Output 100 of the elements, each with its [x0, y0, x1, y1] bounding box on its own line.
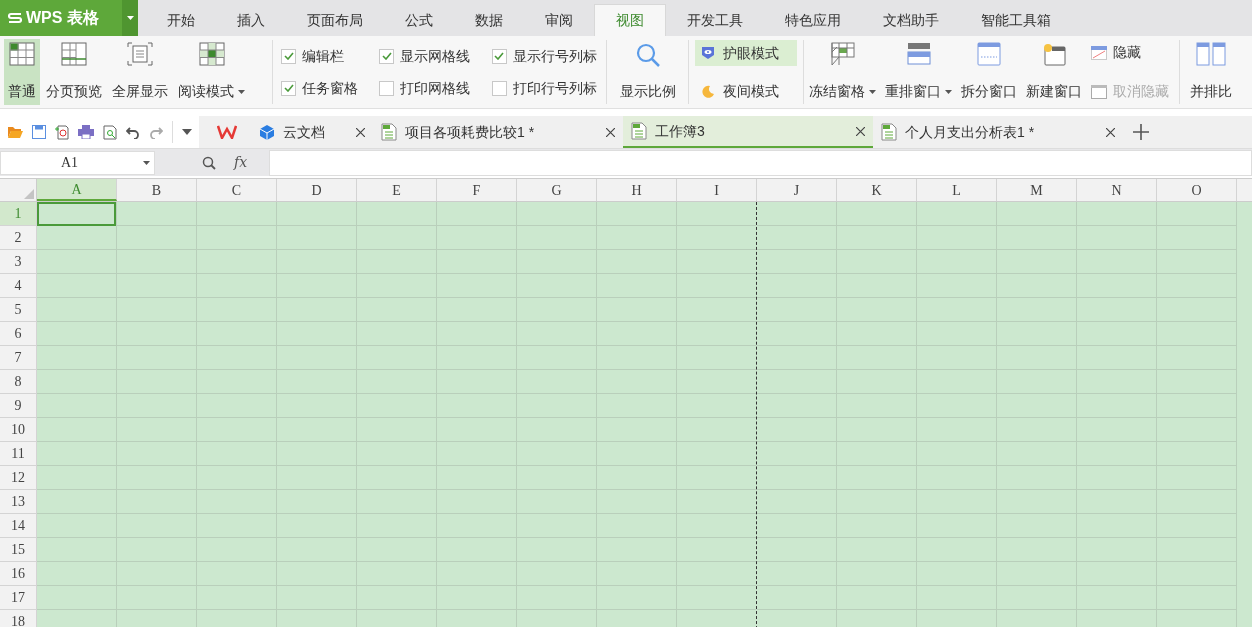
document-tab[interactable]: 个人月支出分析表1 *	[873, 116, 1123, 148]
checkbox[interactable]	[379, 48, 395, 64]
save-icon[interactable]	[32, 125, 46, 139]
side-by-side-button[interactable]: 并排比	[1180, 36, 1232, 108]
print-preview-icon[interactable]	[103, 124, 117, 140]
undo-icon[interactable]	[126, 125, 140, 139]
checkbox[interactable]	[491, 48, 507, 64]
row-header[interactable]: 9	[0, 394, 37, 418]
row-header[interactable]: 15	[0, 538, 37, 562]
page-grid-icon	[61, 42, 87, 66]
caret-icon	[238, 89, 245, 94]
row-header[interactable]: 17	[0, 586, 37, 610]
plus-icon[interactable]	[1133, 124, 1149, 140]
close-icon[interactable]	[606, 127, 615, 137]
close-icon[interactable]	[856, 126, 865, 136]
menu-tab[interactable]: 智能工具箱	[960, 4, 1072, 36]
row-header[interactable]: 3	[0, 250, 37, 274]
row-header[interactable]: 2	[0, 226, 37, 250]
row-header[interactable]: 12	[0, 466, 37, 490]
document-tab[interactable]: 项目各项耗费比较1 *	[373, 116, 623, 148]
menu-tab[interactable]: 开发工具	[666, 4, 764, 36]
menu-tab[interactable]: 审阅	[524, 4, 594, 36]
column-header[interactable]: E	[357, 179, 437, 201]
row-header[interactable]: 8	[0, 370, 37, 394]
window-button[interactable]: 新建窗口	[1023, 36, 1085, 108]
app-menu-button[interactable]	[122, 0, 138, 36]
name-box[interactable]: A1	[0, 150, 155, 175]
checkbox[interactable]	[281, 48, 296, 64]
split-window-icon	[977, 42, 1001, 66]
column-header[interactable]: O	[1157, 179, 1237, 201]
menu-tab[interactable]: 特色应用	[764, 4, 862, 36]
menu-tab[interactable]: 页面布局	[286, 4, 384, 36]
fullscreen-icon	[127, 42, 153, 66]
close-icon[interactable]	[356, 127, 365, 137]
window-button[interactable]: 重排窗口	[882, 36, 955, 108]
row-header[interactable]: 1	[0, 202, 37, 226]
search-icon	[634, 42, 661, 68]
row-header[interactable]: 4	[0, 274, 37, 298]
printer-icon[interactable]	[78, 125, 94, 139]
hidden-window-icon	[1091, 45, 1107, 60]
zoom-ratio-button[interactable]: 显示比例	[607, 36, 688, 108]
export-file-icon[interactable]	[55, 124, 69, 140]
checkbox[interactable]	[379, 80, 395, 96]
dropdown-caret-icon[interactable]	[182, 129, 192, 135]
column-header[interactable]: I	[677, 179, 757, 201]
view-mode-button[interactable]: 全屏显示	[108, 39, 172, 105]
function-button[interactable]: fx	[234, 152, 248, 173]
column-header[interactable]: M	[997, 179, 1077, 201]
row-header[interactable]: 13	[0, 490, 37, 514]
column-header[interactable]: F	[437, 179, 517, 201]
eye-protection-button[interactable]: 护眼模式	[695, 40, 797, 66]
column-header[interactable]: G	[517, 179, 597, 201]
row-header[interactable]: 6	[0, 322, 37, 346]
row-header[interactable]: 16	[0, 562, 37, 586]
view-mode-button[interactable]: 分页预览	[42, 39, 106, 105]
row-header[interactable]: 10	[0, 418, 37, 442]
zoom-icon[interactable]	[202, 155, 216, 170]
window-button[interactable]: 冻结窗格	[806, 36, 879, 108]
folder-icon[interactable]	[7, 125, 23, 139]
shield-eye-icon	[701, 46, 715, 60]
close-icon[interactable]	[1106, 127, 1115, 137]
menu-tab[interactable]: 数据	[454, 4, 524, 36]
window-button[interactable]: 拆分窗口	[958, 36, 1020, 108]
logo-icon	[8, 12, 22, 24]
hide-button[interactable]: 隐藏	[1091, 42, 1169, 63]
checkbox[interactable]	[491, 80, 507, 96]
column-header[interactable]: N	[1077, 179, 1157, 201]
spreadsheet-file-icon	[631, 122, 647, 140]
column-header[interactable]: H	[597, 179, 677, 201]
column-header[interactable]: L	[917, 179, 997, 201]
row-header[interactable]: 7	[0, 346, 37, 370]
column-header[interactable]: K	[837, 179, 917, 201]
menu-tab[interactable]: 开始	[146, 4, 216, 36]
caret-icon	[869, 89, 876, 94]
moon-icon	[701, 84, 715, 98]
checkbox-label: 打印行号列标	[512, 78, 597, 98]
night-mode-button[interactable]: 夜间模式	[695, 78, 797, 104]
menu-tab[interactable]: 插入	[216, 4, 286, 36]
formula-field[interactable]	[269, 149, 1252, 176]
column-header[interactable]: J	[757, 179, 837, 201]
view-mode-button[interactable]: 阅读模式	[174, 39, 249, 105]
column-header[interactable]: C	[197, 179, 277, 201]
row-header[interactable]: 5	[0, 298, 37, 322]
selected-cell[interactable]	[37, 202, 116, 226]
menu-tab[interactable]: 文档助手	[862, 4, 960, 36]
column-header[interactable]: B	[117, 179, 197, 201]
freeze-grid-icon	[830, 42, 855, 66]
row-header[interactable]: 11	[0, 442, 37, 466]
menu-tab[interactable]: 公式	[384, 4, 454, 36]
column-header[interactable]: D	[277, 179, 357, 201]
row-header[interactable]: 18	[0, 610, 37, 627]
menu-tab[interactable]: 视图	[594, 4, 666, 36]
checkbox-label: 编辑栏	[302, 46, 344, 66]
document-tab[interactable]: 云文档	[251, 116, 373, 148]
view-mode-button[interactable]: 普通	[4, 39, 40, 105]
checkbox[interactable]	[281, 80, 296, 96]
row-header[interactable]: 14	[0, 514, 37, 538]
document-tab[interactable]: 工作簿3	[623, 116, 873, 148]
redo-icon[interactable]	[149, 125, 163, 139]
w-logo-icon[interactable]	[217, 125, 237, 139]
